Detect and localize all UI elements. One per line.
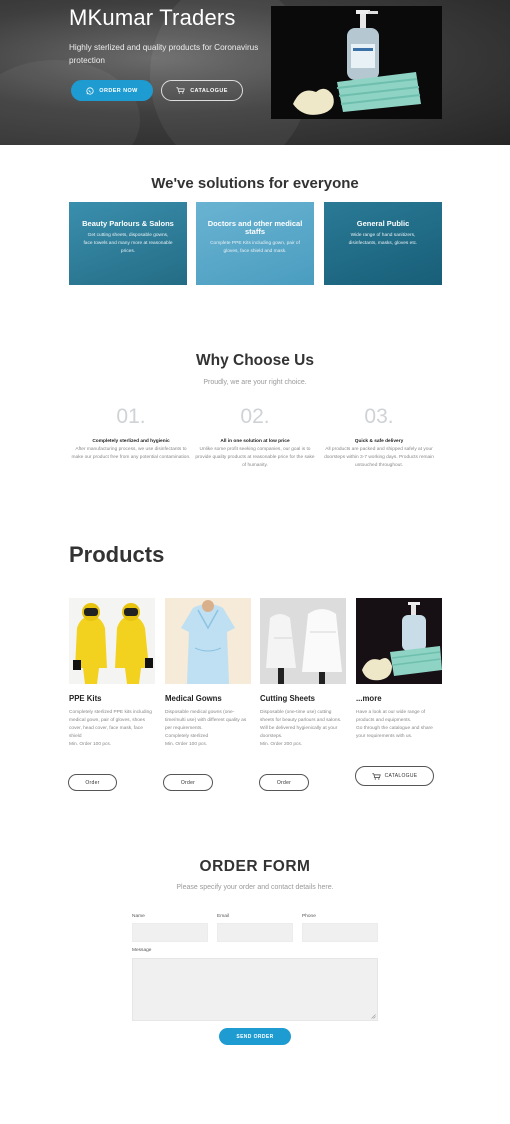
name-label: Name — [132, 914, 145, 919]
why-item-number: 02. — [240, 405, 270, 428]
hero-subtitle: Highly sterlized and quality products fo… — [69, 43, 259, 65]
product-card-medical-gowns: Medical Gowns Disposable medical gowns (… — [165, 598, 251, 749]
product-image-more — [356, 598, 442, 684]
catalogue-button[interactable]: CATALOGUE — [161, 80, 243, 101]
order-form-title: ORDER FORM — [199, 858, 311, 875]
order-button-label: Order — [180, 779, 196, 786]
product-image-cutting-sheets — [260, 598, 346, 684]
resize-handle-icon[interactable] — [371, 1014, 376, 1019]
why-item-heading: All in one solution at low price — [220, 439, 290, 444]
order-form-subtitle: Please specify your order and contact de… — [176, 884, 334, 891]
product-name: Cutting Sheets — [260, 694, 316, 703]
send-order-label: SEND ORDER — [236, 1033, 274, 1040]
why-choose-us-subtitle: Proudly, we are your right choice. — [203, 379, 307, 386]
catalogue-label: CATALOGUE — [190, 87, 228, 94]
why-item-text: After manufacturing process, we use disi… — [71, 447, 191, 460]
whatsapp-icon — [86, 86, 94, 95]
product-image-ppe-kits — [69, 598, 155, 684]
solution-card-doctors[interactable]: Doctors and other medical staffs Complet… — [196, 202, 314, 285]
why-item: 03. Quick & safe delivery All products a… — [317, 405, 441, 470]
phone-field[interactable] — [302, 923, 378, 942]
product-image-medical-gowns — [165, 598, 251, 684]
why-choose-us-title: Why Choose Us — [196, 352, 314, 369]
order-now-label: ORDER NOW — [99, 87, 138, 94]
solution-card-text: Get cutting sheets, disposable gowns, fa… — [83, 233, 173, 254]
products-title: Products — [69, 542, 165, 567]
solution-card-text: Wide range of hand sanitizers, disinfect… — [348, 233, 418, 246]
catalogue-more-button[interactable]: CATALOGUE — [355, 766, 434, 786]
solution-card-general-public[interactable]: General Public Wide range of hand saniti… — [324, 202, 442, 285]
solution-card-title: Doctors and other medical staffs — [207, 219, 303, 236]
message-field[interactable] — [132, 958, 378, 1021]
order-button-label: Order — [276, 779, 292, 786]
why-item: 01. Completely sterlized and hygienic Af… — [69, 405, 193, 462]
name-field[interactable] — [132, 923, 208, 942]
solutions-title: We've solutions for everyone — [151, 175, 359, 192]
cart-icon — [371, 772, 381, 780]
why-item-number: 03. — [364, 405, 394, 428]
email-field[interactable] — [217, 923, 293, 942]
cart-icon — [176, 87, 185, 94]
why-item-heading: Quick & safe delivery — [354, 439, 404, 444]
why-item-heading: Completely sterlized and hygienic — [92, 439, 170, 444]
product-card-more: ...more Have a look at our wide range of… — [356, 598, 442, 741]
product-card-ppe-kits: PPE Kits Completely sterlized PPE kits i… — [69, 598, 155, 749]
catalogue-label: CATALOGUE — [384, 773, 418, 779]
order-now-button[interactable]: ORDER NOW — [71, 80, 153, 101]
order-ppe-kits-button[interactable]: Order — [68, 774, 117, 791]
solution-card-text: Complete PPE Kits including gown, pair o… — [210, 241, 300, 254]
product-name: ...more — [356, 694, 382, 703]
hero-background-shape — [0, 60, 140, 145]
product-description: Completely sterlized PPE kits including … — [69, 710, 152, 747]
solution-card-beauty-parlours[interactable]: Beauty Parlours & Salons Get cutting she… — [69, 202, 187, 285]
solution-card-title: General Public — [356, 219, 410, 228]
order-cutting-sheets-button[interactable]: Order — [259, 774, 309, 791]
solution-card-title: Beauty Parlours & Salons — [82, 219, 174, 228]
site-title: MKumar Traders — [69, 5, 236, 30]
product-description: Have a look at our wide range of product… — [356, 710, 433, 739]
product-description: Disposable (one-time use) cutting sheets… — [260, 710, 342, 747]
hero-section: MKumar Traders Highly sterlized and qual… — [0, 0, 510, 145]
order-button-label: Order — [85, 779, 100, 786]
why-item-number: 01. — [116, 405, 146, 428]
send-order-button[interactable]: SEND ORDER — [219, 1028, 291, 1045]
order-medical-gowns-button[interactable]: Order — [163, 774, 213, 791]
product-description: Disposable medical gowns (one-time/multi… — [165, 710, 247, 747]
product-card-cutting-sheets: Cutting Sheets Disposable (one-time use)… — [260, 598, 346, 749]
product-name: PPE Kits — [69, 694, 102, 703]
email-label: Email — [217, 914, 229, 919]
phone-label: Phone — [302, 914, 316, 919]
hero-product-photo — [271, 6, 442, 119]
product-name: Medical Gowns — [165, 694, 222, 703]
message-label: Message — [132, 948, 152, 953]
why-item-text: Unlike some profit seeking companies, ou… — [195, 447, 315, 468]
why-item: 02. All in one solution at low price Unl… — [193, 405, 317, 470]
why-item-text: All products are packed and shipped safe… — [324, 447, 434, 468]
